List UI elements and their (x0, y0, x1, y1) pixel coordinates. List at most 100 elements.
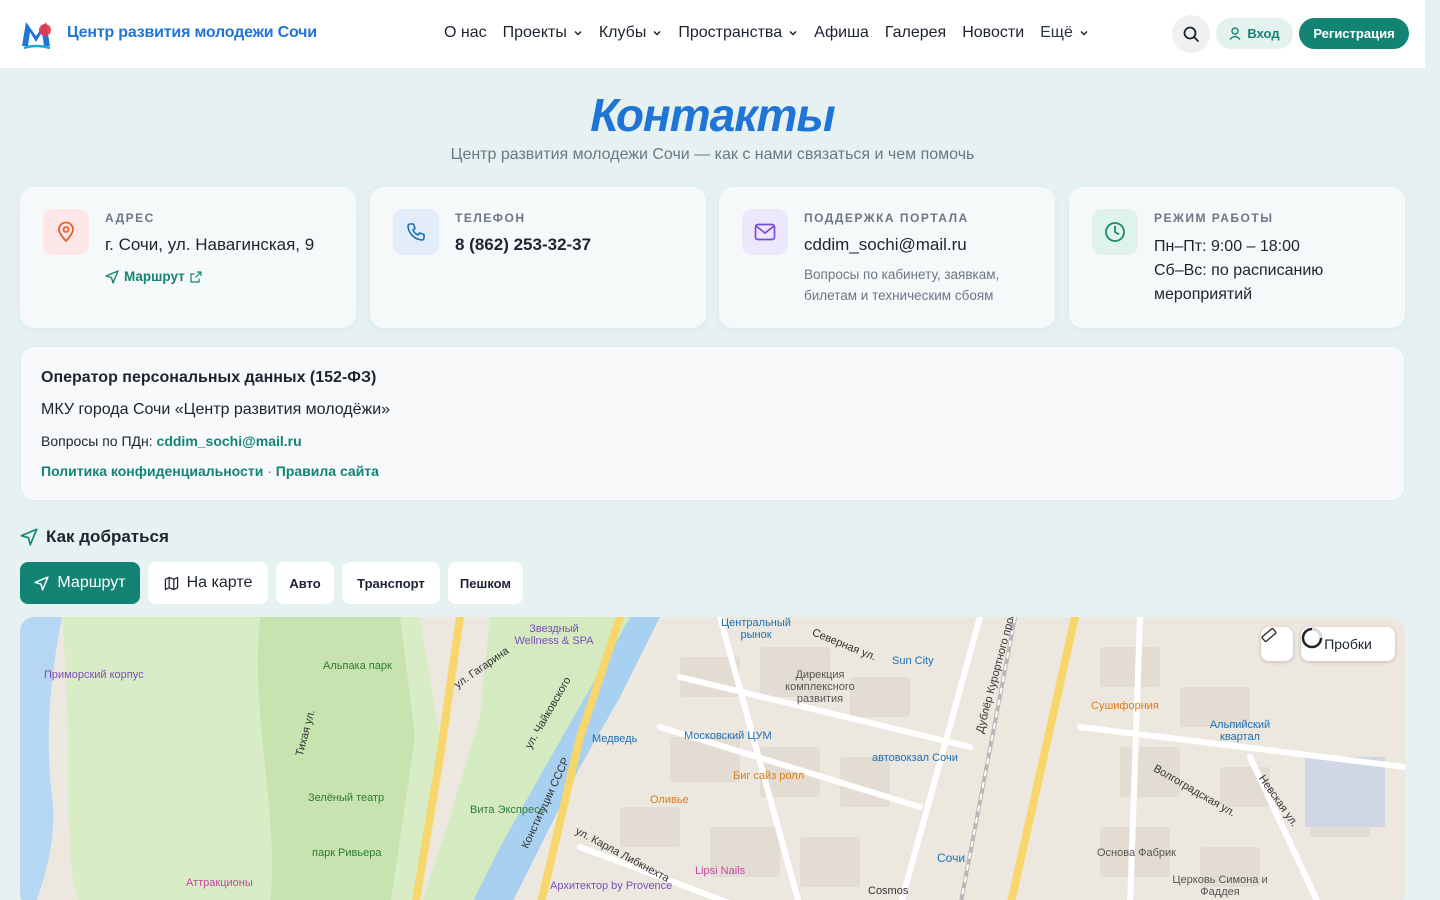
privacy-policy-link[interactable]: Политика конфиденциальности (41, 463, 263, 479)
nav-label: Проекты (502, 24, 567, 41)
map-label[interactable]: Церковь Симона и Фаддея (1170, 874, 1270, 898)
nav-item-more[interactable]: Ещё (1040, 24, 1089, 42)
chevron-down-icon (1080, 30, 1088, 36)
hours-value: Пн–Пт: 9:00 – 18:00 Сб–Вс: по расписанию… (1154, 235, 1384, 307)
external-link-icon (190, 270, 202, 283)
nav-label: Пространства (678, 24, 783, 41)
map-label[interactable]: Зелёный театр (308, 792, 384, 804)
ruler-button[interactable] (1261, 627, 1293, 661)
map-label[interactable]: Альпака парк (323, 660, 392, 672)
navigation-arrow-icon (34, 575, 50, 591)
traffic-button[interactable]: Пробки (1301, 627, 1395, 661)
login-button[interactable]: Вход (1216, 18, 1293, 49)
map-label[interactable]: Приморский корпус (44, 669, 144, 681)
nav-label: Афиша (814, 24, 869, 41)
map-label[interactable]: Биг сайз ролл (733, 770, 804, 782)
search-button[interactable] (1172, 15, 1210, 53)
navigation-arrow-icon (20, 528, 38, 546)
navigation-arrow-icon (105, 269, 119, 284)
hours-weekdays: Пн–Пт: 9:00 – 18:00 (1154, 238, 1300, 255)
hours-weekend: Сб–Вс: по расписанию мероприятий (1154, 262, 1324, 303)
support-note: Вопросы по кабинету, заявкам, билетам и … (804, 267, 1000, 303)
address-value: г. Сочи, ул. Навагинская, 9 (105, 235, 315, 254)
chevron-down-icon (789, 30, 797, 36)
nav-item-spaces[interactable]: Пространства (678, 24, 798, 42)
card-label: ПОДДЕРЖКА ПОРТАЛА (804, 211, 969, 225)
map-view[interactable]: Приморский корпус Альпака парк Зелёный т… (20, 617, 1405, 900)
operator-question: Вопросы по ПДн: cddim_sochi@mail.ru (41, 433, 302, 449)
logo-icon[interactable] (20, 18, 52, 50)
tab-label: Пешком (459, 575, 512, 591)
address-card: АДРЕС г. Сочи, ул. Навагинская, 9 Маршру… (20, 187, 356, 328)
traffic-label: Пробки (1324, 636, 1372, 652)
map-icon (164, 576, 178, 590)
map-label[interactable]: Sun City (892, 655, 934, 667)
tab-transport[interactable]: Транспорт (342, 562, 440, 604)
map-label[interactable]: Сушифорния (1091, 700, 1159, 712)
nav-item-events[interactable]: Афиша (814, 24, 869, 42)
map-label[interactable]: Оливье (650, 794, 689, 806)
tab-car[interactable]: Авто (276, 562, 334, 604)
map-label[interactable]: Сочи (937, 851, 965, 865)
clock-icon (1092, 209, 1138, 255)
tab-label: Маршрут (57, 574, 126, 591)
operator-title: Оператор персональных данных (152-ФЗ) (41, 369, 377, 386)
directions-title: Как добраться (46, 527, 169, 546)
nav-label: Галерея (884, 24, 947, 41)
map-label[interactable]: Дирекция комплексного развития (765, 669, 875, 705)
nav-label: Ещё (1040, 24, 1073, 41)
map-label[interactable]: Cosmos (868, 885, 908, 897)
page-subtitle: Центр развития молодежи Сочи — как с нам… (450, 146, 975, 163)
operator-email-link[interactable]: cddim_sochi@mail.ru (157, 433, 302, 449)
phone-card: ТЕЛЕФОН 8 (862) 253-32-37 (370, 187, 706, 328)
page-title: Контакты (590, 89, 835, 141)
map-canvas[interactable] (20, 617, 1405, 900)
ruler-icon (1261, 627, 1277, 643)
card-label: РЕЖИМ РАБОТЫ (1154, 211, 1274, 225)
tab-route[interactable]: Маршрут (20, 562, 140, 604)
register-button[interactable]: Регистрация (1299, 18, 1409, 49)
card-label: ТЕЛЕФОН (455, 211, 526, 225)
user-icon (1229, 27, 1241, 40)
map-label[interactable]: Альпийский квартал (1200, 719, 1280, 743)
support-card: ПОДДЕРЖКА ПОРТАЛА cddim_sochi@mail.ru Во… (719, 187, 1055, 328)
route-link-label: Маршрут (124, 269, 185, 284)
chevron-down-icon (574, 30, 582, 36)
map-label[interactable]: парк Ривьера (312, 847, 381, 859)
operator-block: Оператор персональных данных (152-ФЗ) МК… (20, 346, 1405, 501)
map-label[interactable]: Основа Фабрик (1097, 847, 1176, 859)
map-label[interactable]: автовокзал Сочи (872, 752, 958, 764)
nav-item-about[interactable]: О нас (444, 24, 487, 42)
map-label[interactable]: Lipsi Nails (695, 865, 745, 877)
tab-label: Авто (289, 575, 321, 591)
search-icon (1183, 26, 1199, 42)
traffic-icon (1301, 627, 1323, 649)
mail-icon (742, 209, 788, 255)
map-label[interactable]: Медведь (592, 733, 637, 745)
nav-item-projects[interactable]: Проекты (503, 24, 583, 42)
map-label[interactable]: Архитектор by Provence (550, 880, 672, 892)
operator-name: МКУ города Сочи «Центр развития молодёжи… (41, 401, 391, 418)
map-label[interactable]: Центральный рынок (716, 617, 796, 641)
register-label: Регистрация (1313, 26, 1395, 41)
support-email[interactable]: cddim_sochi@mail.ru (804, 235, 967, 255)
site-rules-link[interactable]: Правила сайта (276, 463, 379, 479)
phone-value[interactable]: 8 (862) 253-32-37 (455, 235, 591, 255)
nav-item-gallery[interactable]: Галерея (885, 24, 946, 42)
tab-walk[interactable]: Пешком (448, 562, 523, 604)
tab-label: На карте (186, 574, 253, 591)
directions-tabs: Маршрут На карте Авто Транспорт Пешком (20, 562, 523, 604)
map-label[interactable]: Московский ЦУМ (684, 730, 772, 742)
nav-label: Новости (962, 24, 1025, 41)
login-label: Вход (1247, 26, 1280, 41)
nav-item-clubs[interactable]: Клубы (599, 24, 663, 42)
route-link[interactable]: Маршрут (105, 269, 202, 284)
directions-heading: Как добраться (20, 527, 169, 547)
operator-links: Политика конфиденциальности · Правила са… (41, 463, 379, 479)
tab-label: Транспорт (357, 575, 425, 591)
nav-item-news[interactable]: Новости (962, 24, 1024, 42)
map-label[interactable]: Аттракционы (186, 877, 253, 889)
brand-name[interactable]: Центр развития молодежи Сочи (67, 24, 317, 42)
map-label[interactable]: Звездный Wellness & SPA (514, 623, 594, 647)
tab-on-map[interactable]: На карте (148, 562, 268, 604)
